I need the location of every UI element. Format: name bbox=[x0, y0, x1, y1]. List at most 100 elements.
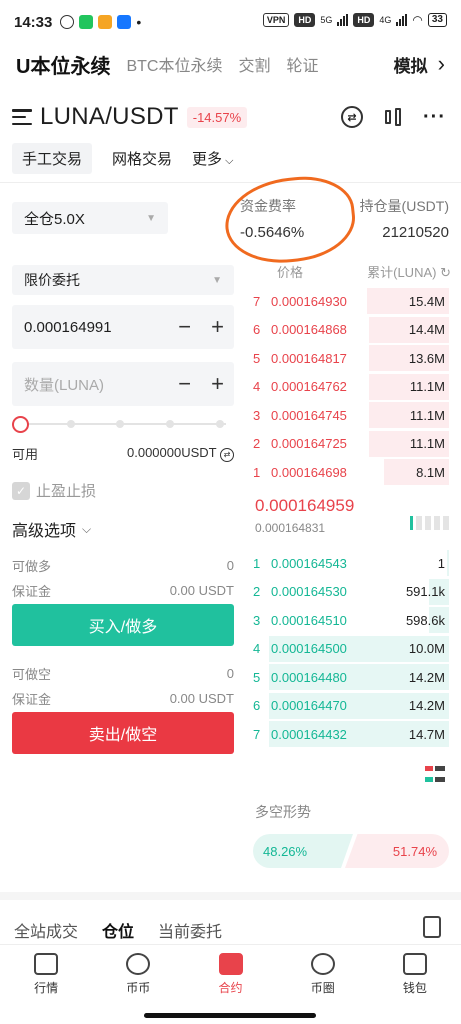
orderbook-layout-icon[interactable] bbox=[425, 766, 445, 786]
annotation-circle bbox=[220, 171, 360, 269]
slider-stop[interactable] bbox=[67, 420, 75, 428]
short-available-value: 0 bbox=[226, 666, 234, 681]
level-index: 7 bbox=[253, 293, 261, 309]
level-price: 0.000164432 bbox=[271, 726, 347, 742]
level-quantity: 11.1M bbox=[409, 436, 445, 451]
tpsl-label: 止盈止损 bbox=[36, 483, 97, 500]
order-type-select[interactable]: 限价委托 ▼ bbox=[12, 265, 234, 295]
tpsl-checkbox[interactable]: ✓ 止盈止损 bbox=[12, 480, 96, 501]
level-index: 2 bbox=[253, 436, 261, 451]
tabbar-label: 币圈 bbox=[310, 981, 335, 995]
leverage-select[interactable]: 全仓5.0X ▼ bbox=[12, 202, 168, 234]
tab-delivery[interactable]: 交割 bbox=[238, 52, 270, 76]
buy-long-button[interactable]: 买入/做多 bbox=[12, 604, 234, 646]
level-price: 0.000164698 bbox=[271, 464, 347, 480]
tab-positions[interactable]: 仓位 bbox=[102, 918, 134, 942]
ask-row[interactable]: 5 0.000164817 13.6M bbox=[253, 344, 449, 372]
short-available-row: 可做空 0 bbox=[12, 664, 234, 683]
tab-warrant[interactable]: 轮证 bbox=[286, 52, 318, 76]
amount-slider[interactable] bbox=[12, 415, 234, 433]
caret-down-icon: ▼ bbox=[146, 212, 156, 224]
tabbar-wallet[interactable]: 钱包 bbox=[369, 945, 461, 1004]
ask-row[interactable]: 4 0.000164762 11.1M bbox=[253, 373, 449, 401]
demo-mode-link[interactable]: 模拟 › bbox=[394, 51, 445, 77]
minus-button[interactable]: − bbox=[178, 371, 191, 397]
wifi-icon: ◠ bbox=[412, 13, 423, 27]
document-icon[interactable] bbox=[423, 916, 441, 938]
bid-row[interactable]: 2 0.000164530 591.1k bbox=[253, 578, 449, 606]
tab-manual-trade[interactable]: 手工交易 bbox=[12, 143, 93, 174]
tabbar-spot[interactable]: 币币 bbox=[92, 945, 184, 1004]
coins-icon bbox=[126, 953, 151, 975]
tabbar-contract[interactable]: 合约 bbox=[184, 945, 276, 1004]
ask-row[interactable]: 1 0.000164698 8.1M bbox=[253, 458, 449, 486]
tabbar-label: 行情 bbox=[34, 981, 59, 995]
sell-short-button[interactable]: 卖出/做空 bbox=[12, 712, 234, 754]
advanced-options-toggle[interactable]: 高级选项 ⌵ bbox=[12, 517, 91, 541]
available-row: 可用 0.000000USDT ⇄ bbox=[12, 444, 234, 463]
level-price: 0.000164817 bbox=[271, 350, 347, 366]
level-quantity: 11.1M bbox=[409, 379, 445, 394]
leverage-value: 全仓5.0X bbox=[24, 210, 85, 228]
bid-row[interactable]: 6 0.000164470 14.2M bbox=[253, 692, 449, 720]
tabbar-label: 合约 bbox=[218, 981, 243, 995]
slider-stop[interactable] bbox=[116, 420, 124, 428]
minus-button[interactable]: − bbox=[178, 314, 191, 340]
bid-row[interactable]: 4 0.000164500 10.0M bbox=[253, 635, 449, 663]
ask-row[interactable]: 6 0.000164868 14.4M bbox=[253, 316, 449, 344]
margin-label: 保证金 bbox=[12, 584, 52, 599]
long-available-label: 可做多 bbox=[12, 559, 52, 574]
slider-knob[interactable] bbox=[12, 416, 29, 433]
tabbar-community[interactable]: 币圈 bbox=[277, 945, 369, 1004]
level-price: 0.000164510 bbox=[271, 612, 347, 628]
level-quantity: 10.0M bbox=[408, 641, 445, 656]
tab-open-orders[interactable]: 当前委托 bbox=[158, 918, 222, 942]
slider-stop[interactable] bbox=[166, 420, 174, 428]
plus-button[interactable]: + bbox=[211, 371, 224, 397]
level-index: 2 bbox=[253, 584, 261, 599]
check-icon: ✓ bbox=[12, 481, 30, 500]
buy-sell-ratio-icon bbox=[410, 516, 449, 530]
home-indicator bbox=[144, 1013, 316, 1018]
level-price: 0.000164530 bbox=[271, 584, 347, 599]
tab-btc-perpetual[interactable]: BTC本位永续 bbox=[126, 52, 222, 76]
level-price: 0.000164868 bbox=[271, 322, 347, 337]
orderbook-header: 价格 累计(LUNA) ↻ bbox=[255, 262, 451, 281]
more-dots-icon[interactable]: ··· bbox=[423, 106, 446, 129]
tabbar-label: 钱包 bbox=[402, 981, 427, 995]
qty-header-group[interactable]: 累计(LUNA) ↻ bbox=[367, 262, 451, 281]
tab-more[interactable]: 更多 ⌵ bbox=[192, 143, 243, 174]
swap-icon[interactable]: ⇄ bbox=[341, 106, 364, 128]
tab-usdt-perpetual[interactable]: U本位永续 bbox=[16, 50, 110, 79]
short-available-label: 可做空 bbox=[12, 667, 52, 682]
menu-icon[interactable] bbox=[12, 109, 32, 125]
slider-stop[interactable] bbox=[216, 420, 224, 428]
tab-grid-trade[interactable]: 网格交易 bbox=[102, 143, 182, 174]
tabbar-markets[interactable]: 行情 bbox=[0, 945, 92, 1004]
open-interest-value: 21210520 bbox=[382, 224, 449, 241]
margin-label: 保证金 bbox=[12, 692, 52, 707]
tab-all-trades[interactable]: 全站成交 bbox=[14, 918, 78, 942]
bid-row[interactable]: 1 0.000164543 1 bbox=[253, 549, 449, 577]
level-quantity: 15.4M bbox=[408, 293, 445, 309]
caret-down-icon: ▼ bbox=[212, 274, 222, 286]
level-price: 0.000164480 bbox=[271, 669, 347, 685]
price-input[interactable]: 0.000164991 − + bbox=[12, 305, 234, 349]
contract-icon bbox=[218, 953, 243, 975]
ask-row[interactable]: 7 0.000164930 15.4M bbox=[253, 287, 449, 315]
level-index: 4 bbox=[253, 641, 261, 656]
candlestick-icon[interactable] bbox=[385, 106, 402, 128]
plus-button[interactable]: + bbox=[211, 314, 224, 340]
chat-icon bbox=[310, 953, 335, 975]
quantity-input[interactable]: 数量(LUNA) − + bbox=[12, 362, 234, 406]
pair-name[interactable]: LUNA/USDT bbox=[40, 103, 179, 131]
status-right: VPN HD 5G HD 4G ◠ 33 bbox=[262, 13, 447, 27]
more-label: 更多 bbox=[192, 151, 223, 168]
bid-row[interactable]: 5 0.000164480 14.2M bbox=[253, 663, 449, 691]
bid-row[interactable]: 7 0.000164432 14.7M bbox=[253, 720, 449, 748]
ask-row[interactable]: 3 0.000164745 11.1M bbox=[253, 401, 449, 429]
bid-row[interactable]: 3 0.000164510 598.6k bbox=[253, 606, 449, 634]
transfer-icon[interactable]: ⇄ bbox=[220, 448, 234, 462]
wallet-icon bbox=[402, 953, 427, 975]
ask-row[interactable]: 2 0.000164725 11.1M bbox=[253, 430, 449, 458]
